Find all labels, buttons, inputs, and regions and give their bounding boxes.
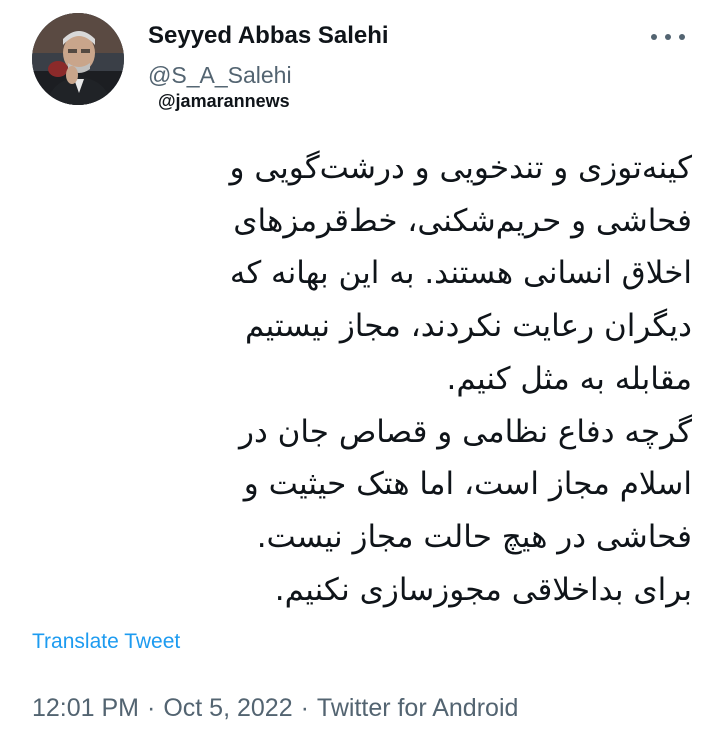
avatar-photo: [32, 13, 124, 105]
more-horizontal-icon: [651, 34, 657, 40]
meta-separator: ·: [147, 694, 156, 722]
author-display-name[interactable]: Seyyed Abbas Salehi: [148, 22, 389, 50]
author-handle[interactable]: @S_A_Salehi: [148, 62, 292, 89]
more-options-button[interactable]: [651, 20, 685, 54]
more-horizontal-icon-dot-3: [679, 34, 685, 40]
tweet-source[interactable]: Twitter for Android: [317, 694, 518, 722]
meta-separator: ·: [300, 694, 309, 722]
tweet-metadata: 12:01 PM · Oct 5, 2022 · Twitter for Android: [32, 694, 518, 723]
tweet-card: Seyyed Abbas Salehi @S_A_Salehi @jamaran…: [0, 0, 720, 729]
tweet-time[interactable]: 12:01 PM: [32, 694, 139, 722]
more-horizontal-icon-dot-2: [665, 34, 671, 40]
watermark-text: @jamarannews: [158, 91, 290, 111]
avatar[interactable]: [32, 13, 124, 105]
tweet-date[interactable]: Oct 5, 2022: [163, 694, 292, 722]
tweet-text: کینه‌توزی و تندخویی و درشت‌گویی و فحاشی …: [229, 150, 692, 608]
translate-tweet-link[interactable]: Translate Tweet: [32, 630, 180, 654]
